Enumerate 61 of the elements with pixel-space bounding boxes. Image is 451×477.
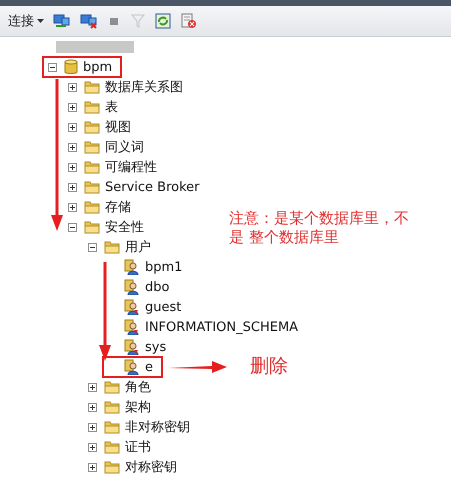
expand-toggle[interactable] — [88, 382, 97, 392]
folder-icon — [104, 240, 120, 254]
collapse-toggle[interactable] — [68, 222, 77, 232]
tree-item[interactable]: sys — [145, 340, 166, 354]
tree-item[interactable]: 数据库关系图 — [105, 78, 183, 96]
collapse-toggle[interactable] — [48, 62, 57, 72]
computers-icon — [53, 13, 71, 29]
expand-toggle[interactable] — [68, 202, 77, 212]
folder-icon — [104, 460, 120, 474]
expand-toggle[interactable] — [68, 182, 77, 192]
tree-item[interactable]: 可编程性 — [105, 158, 157, 176]
expand-toggle[interactable] — [68, 82, 77, 92]
tree-item[interactable]: 视图 — [105, 118, 131, 136]
connect-button[interactable]: 连接 — [6, 12, 46, 30]
folder-icon — [104, 380, 120, 394]
folder-icon — [84, 100, 100, 114]
folder-icon — [84, 160, 100, 174]
folder-icon — [84, 200, 100, 214]
annotation-note: 注意：是某个数据库里，不是 整个数据库里 — [229, 209, 410, 247]
folder-icon — [104, 420, 120, 434]
refresh-button[interactable] — [153, 13, 173, 29]
tree-item[interactable]: guest — [145, 300, 182, 314]
delete-annotation: 删除 — [250, 354, 288, 379]
tree-item[interactable]: 角色 — [125, 378, 151, 396]
filter-icon — [130, 13, 146, 29]
expand-toggle[interactable] — [68, 102, 77, 112]
computers-cross-icon — [80, 13, 98, 29]
folder-icon — [104, 400, 120, 414]
tree-item[interactable]: 存储 — [105, 198, 131, 216]
tree-item[interactable]: INFORMATION_SCHEMA — [145, 320, 298, 334]
tree-item[interactable]: 用户 — [125, 238, 151, 256]
folder-icon — [84, 80, 100, 94]
expand-toggle[interactable] — [88, 462, 97, 472]
expand-toggle[interactable] — [88, 442, 97, 452]
folder-icon — [84, 140, 100, 154]
collapse-toggle[interactable] — [88, 242, 97, 252]
tree-item[interactable]: e — [145, 360, 153, 374]
folder-icon — [84, 120, 100, 134]
expand-toggle[interactable] — [68, 162, 77, 172]
tree-item[interactable]: 架构 — [125, 398, 151, 416]
expand-toggle[interactable] — [68, 142, 77, 152]
tree-item[interactable]: dbo — [145, 280, 170, 294]
tree-item[interactable]: 非对称密钥 — [125, 418, 190, 436]
tree-item[interactable]: 安全性 — [105, 218, 144, 236]
expand-toggle[interactable] — [88, 402, 97, 412]
tree-item[interactable]: bpm — [83, 60, 112, 74]
tree-item[interactable]: 同义词 — [105, 138, 144, 156]
expand-toggle[interactable] — [68, 122, 77, 132]
expand-toggle[interactable] — [88, 422, 97, 432]
folder-icon — [104, 440, 120, 454]
tree-item[interactable]: bpm1 — [145, 260, 182, 274]
tree-item[interactable]: 对称密钥 — [125, 458, 177, 476]
tree-item[interactable]: 证书 — [125, 438, 151, 456]
document-cross-icon — [180, 13, 198, 29]
tree-item[interactable]: Service Broker — [105, 180, 200, 194]
folder-icon — [84, 180, 100, 194]
database-icon — [64, 59, 78, 75]
folder-icon — [84, 220, 100, 234]
tree-item[interactable]: 表 — [105, 98, 118, 116]
caret-icon — [37, 19, 44, 23]
refresh-icon — [155, 13, 171, 29]
